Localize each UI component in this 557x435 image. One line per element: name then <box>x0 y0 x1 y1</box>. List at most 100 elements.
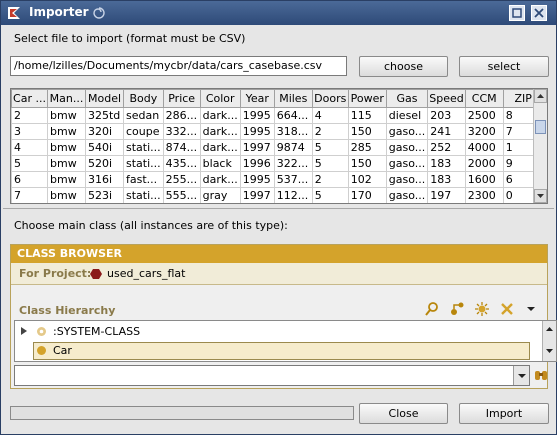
import-button[interactable]: Import <box>459 403 549 424</box>
expand-arrow-icon[interactable] <box>19 326 29 336</box>
table-cell[interactable]: sedan <box>123 107 164 124</box>
table-cell[interactable]: gray <box>199 187 241 203</box>
table-cell[interactable]: bmw <box>47 155 86 172</box>
table-cell[interactable]: 4 <box>11 139 48 156</box>
table-vertical-scrollbar[interactable] <box>533 89 547 203</box>
table-cell[interactable]: 2500 <box>464 107 504 124</box>
scroll-down-button[interactable] <box>534 189 547 203</box>
table-cell[interactable]: gaso... <box>385 187 429 203</box>
column-header[interactable]: Year <box>239 89 275 108</box>
table-cell[interactable]: stati... <box>123 139 164 156</box>
table-cell[interactable]: 2 <box>311 123 349 140</box>
triangle-down-icon[interactable] <box>545 347 554 355</box>
table-cell[interactable]: 241 <box>427 123 466 140</box>
scroll-up-button[interactable] <box>534 89 547 103</box>
tree-item-car[interactable]: Car <box>33 342 530 360</box>
table-cell[interactable]: 322... <box>273 155 313 172</box>
column-header[interactable]: Price <box>162 89 201 108</box>
close-window-button[interactable] <box>531 5 547 21</box>
table-cell[interactable]: 1995 <box>239 171 275 188</box>
table-cell[interactable]: 115 <box>347 107 387 124</box>
table-cell[interactable]: 5 <box>311 139 349 156</box>
table-row[interactable]: 3 bmw 320i coupe 332... dark... 1995 318... 2 150… <box>11 123 544 140</box>
table-scroll-thumb[interactable] <box>535 120 546 134</box>
table-cell[interactable]: 874... <box>162 139 201 156</box>
table-cell[interactable]: 320i <box>85 123 124 140</box>
table-cell[interactable]: 5 <box>311 187 349 203</box>
column-header[interactable]: Speed <box>427 89 466 108</box>
column-header[interactable]: Car ... <box>11 89 48 108</box>
table-cell[interactable]: black <box>199 155 241 172</box>
table-cell[interactable]: 325td <box>85 107 124 124</box>
table-row[interactable]: 4 bmw 540i stati... 874... dark... 1997 9874 5 28… <box>11 139 544 156</box>
table-row[interactable]: 2 bmw 325td sedan 286... dark... 1995 664... 4 11… <box>11 107 544 124</box>
binoculars-icon[interactable] <box>534 368 548 382</box>
table-cell[interactable]: dark... <box>199 123 241 140</box>
table-cell[interactable]: 9874 <box>273 139 313 156</box>
tree-vertical-scrollbar[interactable] <box>542 321 556 361</box>
table-cell[interactable]: 318... <box>273 123 313 140</box>
delete-class-icon[interactable] <box>499 301 515 317</box>
table-cell[interactable]: fast... <box>123 171 164 188</box>
table-cell[interactable]: 203 <box>427 107 466 124</box>
table-cell[interactable]: 1997 <box>239 187 275 203</box>
title-bar[interactable]: Importer <box>1 1 556 25</box>
table-cell[interactable]: 112... <box>273 187 313 203</box>
close-button[interactable]: Close <box>359 403 448 424</box>
table-cell[interactable]: diesel <box>385 107 429 124</box>
table-cell[interactable]: 332... <box>162 123 201 140</box>
table-cell[interactable]: 1997 <box>239 139 275 156</box>
table-row[interactable]: 6 bmw 316i fast... 255... dark... 1995 537... 2 1… <box>11 171 544 188</box>
table-cell[interactable]: bmw <box>47 123 86 140</box>
table-cell[interactable]: 285 <box>347 139 387 156</box>
table-cell[interactable]: gaso... <box>385 155 429 172</box>
tree-item-system-class[interactable]: :SYSTEM-CLASS <box>15 323 530 341</box>
column-header[interactable]: Man... <box>47 89 86 108</box>
table-cell[interactable]: 197 <box>427 187 466 203</box>
table-cell[interactable]: dark... <box>199 139 241 156</box>
table-cell[interactable]: 1600 <box>464 171 504 188</box>
table-cell[interactable]: 150 <box>347 155 387 172</box>
table-cell[interactable]: 664... <box>273 107 313 124</box>
table-cell[interactable]: stati... <box>123 187 164 203</box>
table-cell[interactable]: 537... <box>273 171 313 188</box>
table-cell[interactable]: 540i <box>85 139 124 156</box>
table-cell[interactable]: 2 <box>11 107 48 124</box>
column-header[interactable]: CCM <box>464 89 504 108</box>
column-header[interactable]: Color <box>199 89 241 108</box>
table-cell[interactable]: 183 <box>427 155 466 172</box>
class-search-combo[interactable] <box>14 365 530 386</box>
select-button[interactable]: select <box>459 56 549 77</box>
table-cell[interactable]: 2300 <box>464 187 504 203</box>
table-cell[interactable]: gaso... <box>385 123 429 140</box>
table-cell[interactable]: 252 <box>427 139 466 156</box>
table-cell[interactable]: coupe <box>123 123 164 140</box>
column-header[interactable]: Miles <box>273 89 313 108</box>
maximize-button[interactable] <box>509 5 525 21</box>
table-cell[interactable]: 435... <box>162 155 201 172</box>
table-cell[interactable]: 183 <box>427 171 466 188</box>
combo-dropdown-button[interactable] <box>513 366 529 385</box>
table-cell[interactable]: bmw <box>47 171 86 188</box>
table-cell[interactable]: 523i <box>85 187 124 203</box>
table-cell[interactable]: 316i <box>85 171 124 188</box>
table-cell[interactable]: 4000 <box>464 139 504 156</box>
table-cell[interactable]: 3 <box>11 123 48 140</box>
table-cell[interactable]: 286... <box>162 107 201 124</box>
table-cell[interactable]: 255... <box>162 171 201 188</box>
table-row[interactable]: 5 bmw 520i stati... 435... black 1996 322... 5 15… <box>11 155 544 172</box>
table-cell[interactable]: 555... <box>162 187 201 203</box>
table-cell[interactable]: 1995 <box>239 123 275 140</box>
column-header[interactable]: Doors <box>311 89 349 108</box>
table-cell[interactable]: 2 <box>311 171 349 188</box>
table-cell[interactable]: 150 <box>347 123 387 140</box>
table-cell[interactable]: bmw <box>47 187 86 203</box>
table-cell[interactable]: 6 <box>11 171 48 188</box>
column-header[interactable]: Power <box>347 89 387 108</box>
table-cell[interactable]: stati... <box>123 155 164 172</box>
table-cell[interactable]: bmw <box>47 139 86 156</box>
class-tree[interactable]: :SYSTEM-CLASS Car <box>14 320 557 362</box>
column-header[interactable]: Gas <box>385 89 429 108</box>
triangle-up-icon[interactable] <box>545 325 554 333</box>
column-header[interactable]: Body <box>123 89 164 108</box>
